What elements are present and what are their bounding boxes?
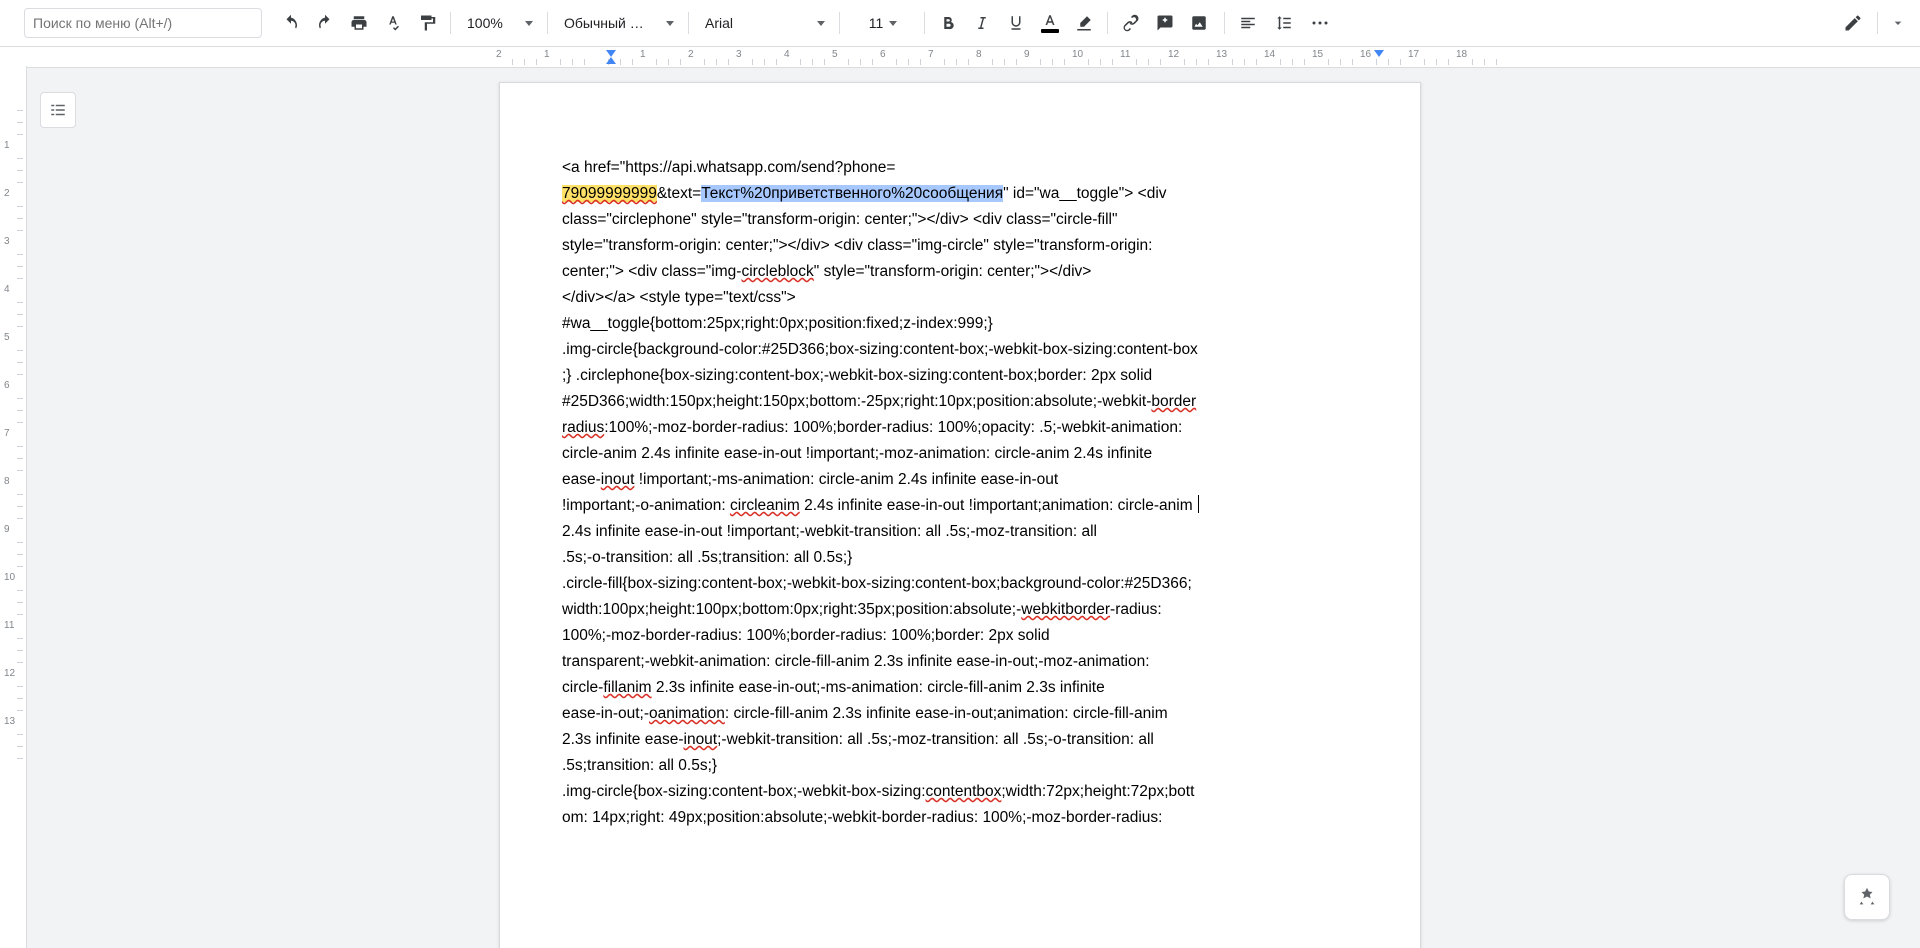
font-size-value: 11 bbox=[869, 15, 884, 31]
doc-text: .circle-fill{box-sizing:content-box;-web… bbox=[562, 575, 1192, 592]
doc-text: oanimation bbox=[649, 705, 725, 722]
document-page[interactable]: <a href="https://api.whatsapp.com/send?p… bbox=[499, 82, 1421, 948]
font-size-select[interactable]: 11 bbox=[848, 9, 916, 37]
chevron-down-icon bbox=[666, 21, 674, 26]
separator bbox=[1107, 12, 1108, 34]
doc-text: #25D366;width:150px;height:150px;bottom:… bbox=[562, 393, 1151, 410]
doc-text: !important;-ms-animation: circle-anim 2.… bbox=[634, 471, 1058, 488]
doc-text: .img-circle{box-sizing:content-box;-webk… bbox=[562, 783, 926, 800]
explore-button[interactable] bbox=[1844, 874, 1890, 920]
doc-text: circleanim bbox=[730, 497, 800, 514]
separator bbox=[924, 12, 925, 34]
doc-text: 2.4s infinite ease-in-out !important;-we… bbox=[562, 523, 1097, 540]
undo-button[interactable] bbox=[276, 9, 306, 37]
separator bbox=[450, 12, 451, 34]
doc-text: &text= bbox=[657, 185, 701, 202]
horizontal-ruler: 21123456789101112131415161718 bbox=[0, 47, 1920, 68]
separator bbox=[839, 12, 840, 34]
doc-text: : circle-fill-anim 2.3s infinite ease-in… bbox=[725, 705, 1168, 722]
doc-text: circleblock bbox=[741, 263, 813, 280]
align-button[interactable] bbox=[1233, 9, 1265, 37]
doc-text: <a href="https://api.whatsapp.com/send?p… bbox=[562, 159, 895, 176]
doc-text: radius bbox=[562, 419, 604, 436]
doc-text: .5s;-o-transition: all .5s;transition: a… bbox=[562, 549, 852, 566]
menu-search-input[interactable] bbox=[24, 8, 262, 38]
chevron-down-icon bbox=[817, 21, 825, 26]
doc-text: 2.4s infinite ease-in-out !important;ani… bbox=[800, 497, 1197, 514]
workspace: 12345678910111213 <a href="https://api.w… bbox=[0, 66, 1920, 948]
doc-text: style="transform-origin: center;"></div>… bbox=[562, 237, 1152, 254]
doc-text: :100%;-moz-border-radius: 100%;border-ra… bbox=[604, 419, 1182, 436]
italic-button[interactable] bbox=[967, 9, 997, 37]
doc-text: ease- bbox=[562, 471, 601, 488]
insert-comment-button[interactable] bbox=[1150, 9, 1180, 37]
paragraph-style-select[interactable]: Обычный … bbox=[556, 9, 680, 37]
text-color-button[interactable] bbox=[1035, 9, 1065, 37]
document-outline-button[interactable] bbox=[40, 92, 76, 128]
spellcheck-button[interactable] bbox=[378, 9, 408, 37]
doc-text: ;-webkit-transition: all .5s;-moz-transi… bbox=[717, 731, 1154, 748]
doc-text: 2.3s infinite ease- bbox=[562, 731, 684, 748]
doc-text: contentbox bbox=[926, 783, 1002, 800]
doc-text: width:100px;height:100px;bottom:0px;righ… bbox=[562, 601, 1021, 618]
highlight-color-button[interactable] bbox=[1069, 9, 1099, 37]
chevron-down-icon bbox=[525, 21, 533, 26]
doc-text: ;} .circlephone{box-sizing:content-box;-… bbox=[562, 367, 1152, 384]
expand-side-panel-button[interactable] bbox=[1886, 11, 1910, 35]
zoom-value: 100% bbox=[467, 15, 503, 31]
toolbar: 100% Обычный … Arial 11 bbox=[0, 0, 1920, 47]
doc-text: " id="wa__toggle"> <div bbox=[1003, 185, 1166, 202]
doc-text: webkitborder bbox=[1021, 601, 1110, 618]
redo-button[interactable] bbox=[310, 9, 340, 37]
doc-text: circle-anim 2.4s infinite ease-in-out !i… bbox=[562, 445, 1152, 462]
paint-format-button[interactable] bbox=[412, 9, 442, 37]
more-button[interactable] bbox=[1305, 9, 1335, 37]
doc-text: -radius: bbox=[1110, 601, 1162, 618]
doc-text: 2.3s infinite ease-in-out;-ms-animation:… bbox=[652, 679, 1105, 696]
doc-text: om: 14px;right: 49px;position:absolute;-… bbox=[562, 809, 1162, 826]
doc-text: inout bbox=[601, 471, 635, 488]
doc-text-highlighted: 79099999999 bbox=[562, 185, 657, 202]
separator bbox=[1224, 12, 1225, 34]
doc-text: transparent;-webkit-animation: circle-fi… bbox=[562, 653, 1150, 670]
doc-text: !important;-o-animation: bbox=[562, 497, 730, 514]
font-value: Arial bbox=[705, 15, 733, 31]
paragraph-style-value: Обычный … bbox=[564, 15, 644, 31]
underline-button[interactable] bbox=[1001, 9, 1031, 37]
insert-link-button[interactable] bbox=[1116, 9, 1146, 37]
separator bbox=[547, 12, 548, 34]
print-button[interactable] bbox=[344, 9, 374, 37]
line-spacing-button[interactable] bbox=[1269, 9, 1301, 37]
doc-text: " style="transform-origin: center;"></di… bbox=[814, 263, 1092, 280]
doc-text-selected: Текст%20приветственного%20сообщения bbox=[701, 185, 1003, 202]
doc-text: circle- bbox=[562, 679, 603, 696]
doc-text: border bbox=[1151, 393, 1196, 410]
zoom-select[interactable]: 100% bbox=[459, 9, 539, 37]
doc-text: .5s;transition: all 0.5s;} bbox=[562, 757, 717, 774]
doc-text: center;"> <div class="img- bbox=[562, 263, 741, 280]
chevron-down-icon bbox=[889, 21, 897, 26]
bold-button[interactable] bbox=[933, 9, 963, 37]
vertical-ruler: 12345678910111213 bbox=[0, 66, 27, 948]
doc-text: ease-in-out;- bbox=[562, 705, 649, 722]
doc-text: 100%;-moz-border-radius: 100%;border-rad… bbox=[562, 627, 1050, 644]
doc-text: </div></a> <style type="text/css"> bbox=[562, 289, 796, 306]
doc-text: #wa__toggle{bottom:25px;right:0px;positi… bbox=[562, 315, 993, 332]
text-caret bbox=[1198, 495, 1199, 513]
doc-text: fillanim bbox=[603, 679, 651, 696]
doc-text: .img-circle{background-color:#25D366;box… bbox=[562, 341, 1198, 358]
editing-mode-button[interactable] bbox=[1837, 9, 1869, 37]
insert-image-button[interactable] bbox=[1184, 9, 1216, 37]
doc-text: inout bbox=[684, 731, 718, 748]
separator bbox=[1877, 12, 1878, 34]
doc-text: class="circlephone" style="transform-ori… bbox=[562, 211, 1118, 228]
font-select[interactable]: Arial bbox=[697, 9, 831, 37]
separator bbox=[688, 12, 689, 34]
doc-text: ;width:72px;height:72px;bott bbox=[1001, 783, 1194, 800]
